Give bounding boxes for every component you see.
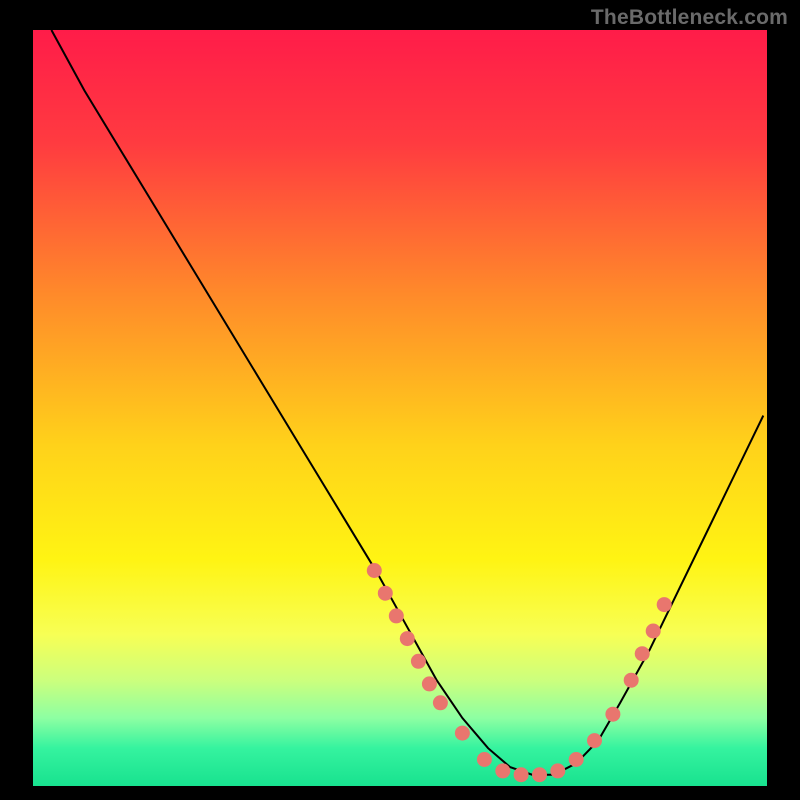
marker-point xyxy=(605,707,620,722)
brand-watermark: TheBottleneck.com xyxy=(591,6,788,30)
marker-point xyxy=(624,673,639,688)
marker-point xyxy=(422,676,437,691)
bottleneck-chart xyxy=(0,0,800,800)
marker-point xyxy=(400,631,415,646)
marker-point xyxy=(389,608,404,623)
marker-point xyxy=(433,695,448,710)
marker-point xyxy=(550,763,565,778)
chart-container: TheBottleneck.com xyxy=(0,0,800,800)
marker-point xyxy=(646,624,661,639)
marker-point xyxy=(477,752,492,767)
marker-point xyxy=(514,767,529,782)
marker-point xyxy=(455,726,470,741)
marker-point xyxy=(635,646,650,661)
marker-point xyxy=(495,763,510,778)
marker-point xyxy=(411,654,426,669)
marker-point xyxy=(367,563,382,578)
marker-point xyxy=(569,752,584,767)
marker-point xyxy=(587,733,602,748)
marker-point xyxy=(532,767,547,782)
plot-background xyxy=(33,30,767,786)
marker-point xyxy=(378,586,393,601)
marker-point xyxy=(657,597,672,612)
